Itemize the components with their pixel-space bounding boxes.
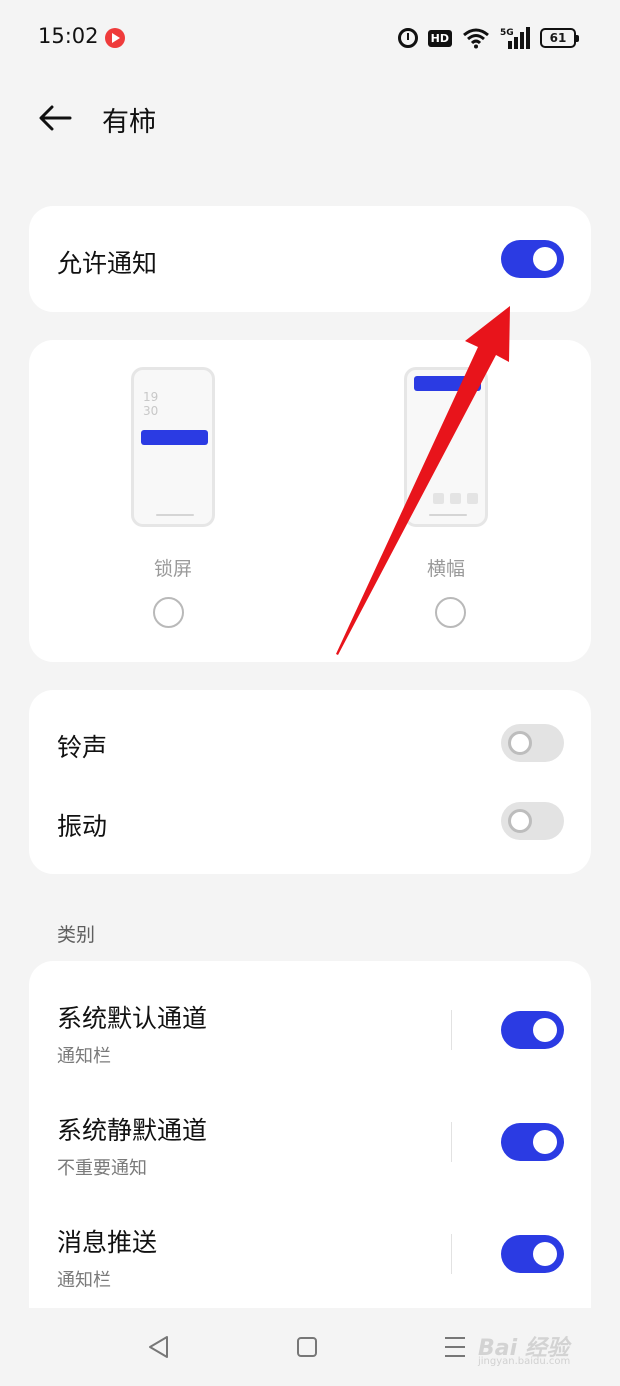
status-bar: 15:02 HD 5G 61 <box>0 0 620 76</box>
battery-icon: 61 <box>540 28 579 48</box>
alarm-icon <box>397 28 418 48</box>
vibration-label: 振动 <box>57 812 108 841</box>
allow-notifications-label: 允许通知 <box>57 249 158 278</box>
baidu-watermark-url: jingyan.baidu.com <box>478 1356 571 1367</box>
category-label: 消息推送 <box>57 1228 158 1257</box>
sound-settings-card: 铃声 振动 <box>29 690 591 874</box>
back-button[interactable] <box>36 100 76 136</box>
preview-notification-bar <box>141 430 208 445</box>
preview-clock: 19 30 <box>143 390 158 418</box>
lock-screen-label: 锁屏 <box>153 558 192 580</box>
preview-dock-icon <box>467 493 478 504</box>
nav-menu-button[interactable] <box>435 1332 475 1362</box>
arrow-left-icon <box>39 105 72 131</box>
hd-icon: HD <box>427 29 452 47</box>
allow-notifications-switch[interactable] <box>501 240 564 278</box>
preview-dock-icon <box>433 493 444 504</box>
wifi-icon <box>462 27 490 49</box>
category-sub: 通知栏 <box>57 1046 111 1067</box>
category-sub: 通知栏 <box>57 1270 111 1291</box>
row-divider <box>451 1010 452 1050</box>
status-time: 15:02 <box>38 24 99 48</box>
preview-banner-bar <box>414 376 481 391</box>
back-triangle-icon <box>149 1336 168 1358</box>
categories-card: 系统默认通道 通知栏 系统静默通道 不重要通知 消息推送 通知栏 <box>29 961 591 1321</box>
preview-clock-hour: 19 <box>143 390 159 404</box>
category-switch[interactable] <box>501 1123 564 1161</box>
row-divider <box>451 1122 452 1162</box>
category-label: 系统静默通道 <box>57 1116 208 1145</box>
banner-preview <box>404 367 488 527</box>
home-square-icon <box>297 1337 317 1357</box>
vibration-switch[interactable] <box>501 802 564 840</box>
ringtone-label: 铃声 <box>57 733 108 762</box>
5g-signal-icon: 5G <box>500 26 530 50</box>
category-label: 系统默认通道 <box>57 1004 208 1033</box>
page-title: 有柿 <box>102 107 156 138</box>
allow-notifications-card: 允许通知 <box>29 206 591 312</box>
categories-header: 类别 <box>57 924 96 946</box>
video-app-icon <box>105 28 125 48</box>
preview-dock-icon <box>450 493 461 504</box>
network-type-label: 5G <box>500 28 514 38</box>
preview-home-indicator <box>429 514 467 516</box>
status-icons: HD 5G 61 <box>397 24 579 52</box>
notification-style-card: 19 30 锁屏 横幅 <box>29 340 591 662</box>
nav-home-button[interactable] <box>287 1332 327 1362</box>
banner-label: 横幅 <box>426 558 465 580</box>
preview-home-indicator <box>156 514 194 516</box>
nav-back-button[interactable] <box>139 1332 179 1362</box>
menu-lines-icon <box>445 1337 465 1357</box>
category-sub: 不重要通知 <box>57 1158 147 1179</box>
preview-clock-minute: 30 <box>143 404 159 418</box>
lock-screen-radio[interactable] <box>153 597 184 628</box>
lock-screen-preview: 19 30 <box>131 367 215 527</box>
category-switch[interactable] <box>501 1011 564 1049</box>
banner-radio[interactable] <box>435 597 466 628</box>
category-switch[interactable] <box>501 1235 564 1273</box>
ringtone-switch[interactable] <box>501 724 564 762</box>
row-divider <box>451 1234 452 1274</box>
